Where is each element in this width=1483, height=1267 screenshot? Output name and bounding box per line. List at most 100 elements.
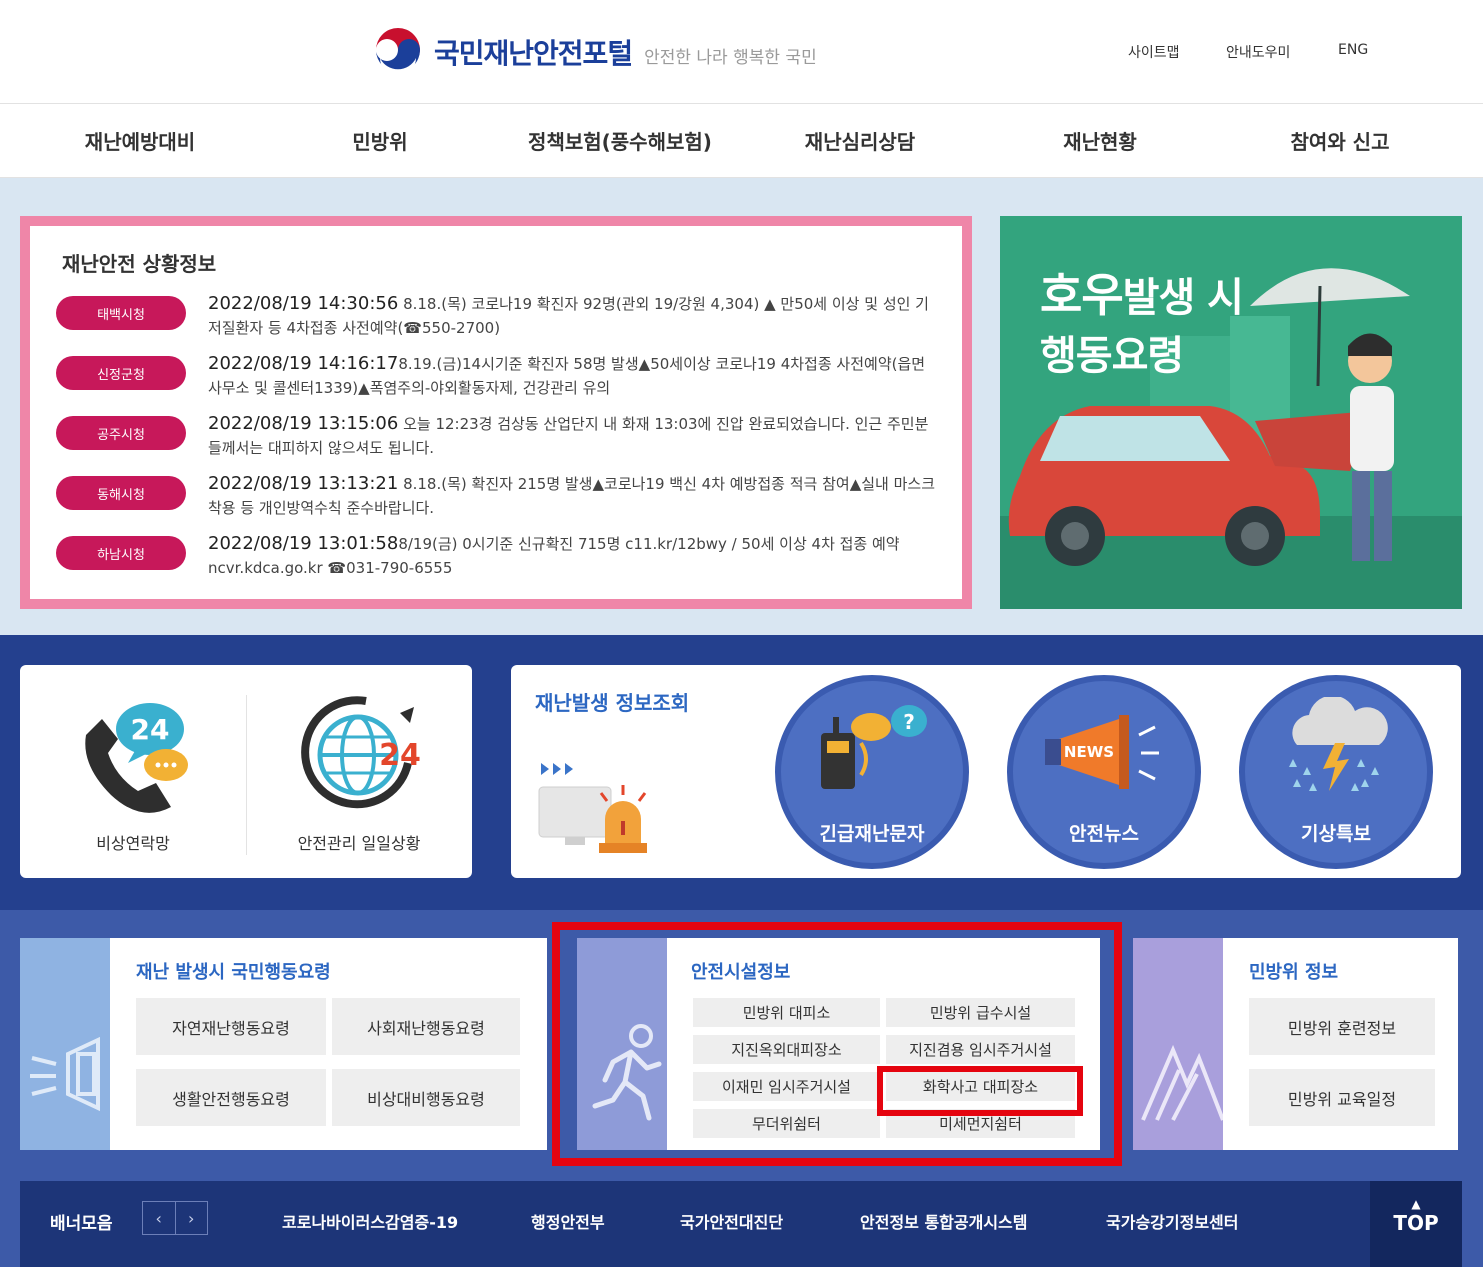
safety-facility-title: 안전시설정보 (691, 962, 791, 983)
weather-warning-label: 기상특보 (1301, 823, 1371, 845)
alert-message: 2022/08/19 13:15:06 오늘 12:23경 검상동 산업단지 내… (208, 412, 938, 460)
alert-region-badge: 하남시청 (56, 536, 186, 570)
civil-education-schedule-button[interactable]: 민방위 교육일정 (1249, 1069, 1435, 1126)
banner-link-mois[interactable]: 행정안전부 (531, 1209, 605, 1233)
life-safety-guide-button[interactable]: 생활안전행동요령 (136, 1069, 326, 1126)
disaster-inquiry-card: 재난발생 정보조회 ? 긴급재난문자 NEWS 안전뉴스 기상특보 (511, 665, 1461, 878)
banner-next-icon[interactable]: › (176, 1202, 208, 1234)
alert-message: 2022/08/19 14:16:178.19.(금)14시기준 확진자 58명… (208, 352, 938, 400)
util-guide-link[interactable]: 안내도우미 (1226, 42, 1290, 62)
chemical-shelter-highlight (877, 1066, 1083, 1116)
badge-24-text: 24 (379, 738, 421, 773)
news-badge-text: NEWS (1064, 743, 1114, 761)
alert-row[interactable]: 공주시청 2022/08/19 13:15:06 오늘 12:23경 검상동 산… (56, 412, 946, 462)
natural-disaster-guide-button[interactable]: 자연재난행동요령 (136, 998, 326, 1055)
phone-24-icon: 24 (85, 703, 188, 813)
banner-line1-big: 호우 (1040, 268, 1124, 322)
nav-psych-counseling[interactable]: 재난심리상담 (740, 126, 980, 155)
alert-row[interactable]: 하남시청 2022/08/19 13:01:588/19(금) 0시기준 신규확… (56, 532, 946, 582)
emergency-prep-guide-button[interactable]: 비상대비행동요령 (332, 1069, 520, 1126)
safety-facility-side (577, 938, 667, 1150)
site-slogan: 안전한 나라 행복한 국민 (644, 47, 817, 68)
banner-arrows: ‹ › (142, 1201, 208, 1235)
taegeuk-logo-icon (372, 26, 424, 78)
alert-region-badge: 동해시청 (56, 476, 186, 510)
alert-time: 2022/08/19 13:13:21 (208, 473, 399, 494)
banner-link-elevator-center[interactable]: 국가승강기정보센터 (1106, 1209, 1238, 1233)
action-guide-side (20, 938, 110, 1150)
safety-news-button[interactable]: NEWS 안전뉴스 (1007, 675, 1201, 869)
scroll-top-button[interactable]: ▲ TOP (1370, 1181, 1462, 1267)
heavy-rain-banner[interactable]: 호우발생 시 행동요령 (1000, 216, 1462, 609)
alert-row[interactable]: 신정군청 2022/08/19 14:16:178.19.(금)14시기준 확진… (56, 352, 946, 402)
nav-civil-defense[interactable]: 민방위 (260, 126, 500, 155)
nav-policy-insurance[interactable]: 정책보험(풍수해보험) (500, 126, 740, 155)
alert-box-title: 재난안전 상황정보 (62, 252, 217, 276)
heat-shelter-button[interactable]: 무더위쉼터 (693, 1109, 880, 1138)
emergency-contact-label: 비상연락망 (96, 834, 170, 853)
main-navigation: 재난예방대비 민방위 정책보험(풍수해보험) 재난심리상담 재난현황 참여와 신… (0, 104, 1483, 178)
banner-link-safety-disclosure[interactable]: 안전정보 통합공개시스템 (860, 1209, 1028, 1233)
nav-participation-report[interactable]: 참여와 신고 (1220, 126, 1460, 155)
action-guide-panel: 재난 발생시 국민행동요령 자연재난행동요령 사회재난행동요령 생활안전행동요령… (20, 938, 547, 1150)
safety-facility-panel: 안전시설정보 민방위 대피소 민방위 급수시설 지진옥외대피장소 지진겸용 임시… (577, 938, 1100, 1150)
nav-disaster-prevention[interactable]: 재난예방대비 (20, 126, 260, 155)
megaphone-news-icon: NEWS (1045, 715, 1159, 789)
weather-warning-button[interactable]: 기상특보 (1239, 675, 1433, 869)
alert-message: 2022/08/19 13:01:588/19(금) 0시기준 신규확진 715… (208, 532, 938, 580)
alert-row[interactable]: 동해시청 2022/08/19 13:13:21 8.18.(목) 확진자 21… (56, 472, 946, 522)
civil-defense-info-panel: 민방위 정보 민방위 훈련정보 민방위 교육일정 (1133, 938, 1458, 1150)
civil-water-facility-button[interactable]: 민방위 급수시설 (886, 998, 1075, 1027)
storm-cloud-icon (1289, 697, 1388, 791)
badge-24-text: 24 (131, 713, 170, 746)
emergency-sms-label: 긴급재난문자 (819, 823, 925, 845)
quick-service-section: 24 비상연락망 24 안전관리 일일상황 재난발생 정보조회 ? 긴급재난문자… (0, 635, 1483, 910)
speaker-outline-icon (30, 1036, 100, 1112)
banner-collection-label: 배너모음 (50, 1214, 113, 1234)
banner-collection-bar: 배너모음 ‹ › 코로나바이러스감염증-19 행정안전부 국가안전대진단 안전정… (20, 1181, 1462, 1267)
util-english-link[interactable]: ENG (1338, 42, 1368, 58)
social-disaster-guide-button[interactable]: 사회재난행동요령 (332, 998, 520, 1055)
radio-speech-icon: ? (821, 705, 927, 789)
civil-shelter-button[interactable]: 민방위 대피소 (693, 998, 880, 1027)
alert-region-badge: 태백시청 (56, 296, 186, 330)
action-guide-title: 재난 발생시 국민행동요령 (136, 962, 331, 983)
alert-region-badge: 신정군청 (56, 356, 186, 390)
civil-training-info-button[interactable]: 민방위 훈련정보 (1249, 998, 1435, 1055)
alert-message: 2022/08/19 14:30:56 8.18.(목) 코로나19 확진자 9… (208, 292, 938, 340)
site-header: 국민재난안전포털 안전한 나라 행복한 국민 사이트맵 안내도우미 ENG (0, 0, 1483, 104)
victim-temp-housing-button[interactable]: 이재민 임시주거시설 (693, 1072, 880, 1101)
earthquake-outdoor-shelter-button[interactable]: 지진옥외대피장소 (693, 1035, 880, 1064)
banner-link-safety-inspection[interactable]: 국가안전대진단 (680, 1209, 783, 1233)
disaster-inquiry-title: 재난발생 정보조회 (535, 691, 690, 715)
banner-line1-rest: 발생 시 (1122, 275, 1244, 321)
emergency-contact-link[interactable]: 24 비상연락망 (20, 665, 246, 878)
nav-disaster-status[interactable]: 재난현황 (980, 126, 1220, 155)
banner-prev-icon[interactable]: ‹ (143, 1202, 176, 1234)
scroll-top-label: TOP (1393, 1211, 1439, 1235)
globe-24-icon: 24 (301, 696, 421, 809)
alert-time: 2022/08/19 14:30:56 (208, 293, 399, 314)
banner-line2: 행동요령 (1040, 333, 1184, 379)
emergency-sms-button[interactable]: ? 긴급재난문자 (775, 675, 969, 869)
site-logo[interactable]: 국민재난안전포털 안전한 나라 행복한 국민 (370, 24, 817, 80)
running-person-icon (592, 1024, 662, 1121)
alert-time: 2022/08/19 14:16:17 (208, 353, 399, 374)
banner-headline: 호우발생 시 행동요령 (1040, 266, 1244, 385)
banner-link-covid19[interactable]: 코로나바이러스감염증-19 (282, 1209, 458, 1233)
mountain-outline-icon (1141, 1044, 1223, 1121)
safety-news-label: 안전뉴스 (1069, 823, 1139, 845)
alert-time: 2022/08/19 13:01:58 (208, 533, 399, 554)
disaster-alert-box: 재난안전 상황정보 태백시청 2022/08/19 14:30:56 8.18.… (20, 216, 972, 609)
earthquake-temp-housing-button[interactable]: 지진겸용 임시주거시설 (886, 1035, 1075, 1064)
civil-defense-info-title: 민방위 정보 (1249, 962, 1339, 983)
alert-row[interactable]: 태백시청 2022/08/19 14:30:56 8.18.(목) 코로나19 … (56, 292, 946, 342)
quick-links-card: 24 비상연락망 24 안전관리 일일상황 (20, 665, 472, 878)
daily-status-label: 안전관리 일일상황 (297, 834, 421, 853)
alert-message: 2022/08/19 13:13:21 8.18.(목) 확진자 215명 발생… (208, 472, 938, 520)
daily-status-link[interactable]: 24 안전관리 일일상황 (246, 665, 472, 878)
situation-section: 재난안전 상황정보 태백시청 2022/08/19 14:30:56 8.18.… (0, 178, 1483, 635)
siren-monitor-icon (538, 763, 647, 853)
util-sitemap-link[interactable]: 사이트맵 (1128, 42, 1180, 62)
alert-region-badge: 공주시청 (56, 416, 186, 450)
